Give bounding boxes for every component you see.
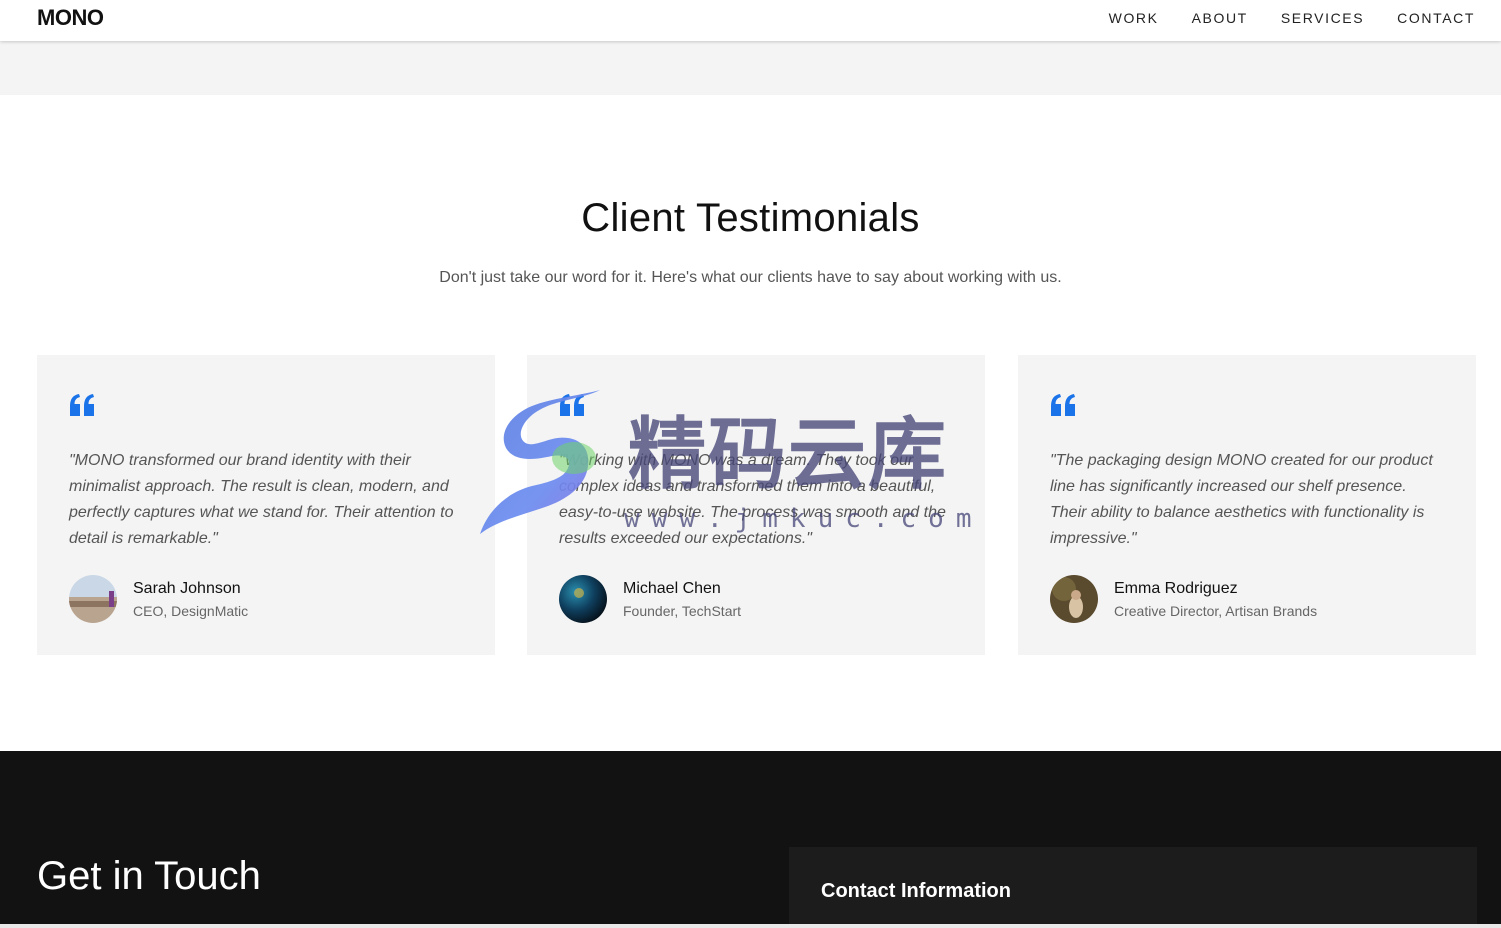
bottom-divider xyxy=(0,924,1501,928)
quote-icon xyxy=(70,394,94,416)
client-role: Founder, TechStart xyxy=(623,603,742,619)
top-navbar: MONO WORK ABOUT SERVICES CONTACT xyxy=(0,0,1501,41)
nav-contact-link[interactable]: CONTACT xyxy=(1397,10,1475,26)
testimonial-quote: "Working with MONO was a dream. They too… xyxy=(559,452,946,547)
nav-about-link[interactable]: ABOUT xyxy=(1192,10,1248,26)
client-role: CEO, DesignMatic xyxy=(133,603,249,619)
avatar xyxy=(559,575,607,623)
testimonials-subtitle: Don't just take our word for it. Here's … xyxy=(439,269,1062,286)
avatar xyxy=(69,575,117,623)
contact-info-panel: Contact Information xyxy=(789,847,1477,928)
testimonial-quote: "MONO transformed our brand identity wit… xyxy=(69,452,454,547)
contact-info-title: Contact Information xyxy=(821,880,1011,902)
testimonial-card: "MONO transformed our brand identity wit… xyxy=(37,355,495,655)
testimonial-card: "The packaging design MONO created for o… xyxy=(1018,355,1476,655)
testimonial-card: "Working with MONO was a dream. They too… xyxy=(527,355,985,655)
avatar xyxy=(1050,575,1098,623)
testimonial-quote: "The packaging design MONO created for o… xyxy=(1050,452,1433,547)
quote-icon xyxy=(560,394,584,416)
main-nav: WORK ABOUT SERVICES CONTACT xyxy=(1109,10,1475,26)
client-name: Emma Rodriguez xyxy=(1114,580,1238,597)
client-role: Creative Director, Artisan Brands xyxy=(1114,603,1318,619)
contact-title: Get in Touch xyxy=(37,854,261,898)
contact-section: Get in Touch Contact Information xyxy=(0,751,1501,928)
previous-section-band xyxy=(0,41,1501,95)
client-name: Michael Chen xyxy=(623,580,721,597)
testimonials-title: Client Testimonials xyxy=(581,196,920,240)
client-name: Sarah Johnson xyxy=(133,580,241,597)
nav-work-link[interactable]: WORK xyxy=(1109,10,1159,26)
logo[interactable]: MONO xyxy=(37,5,104,31)
quote-icon xyxy=(1051,394,1075,416)
nav-services-link[interactable]: SERVICES xyxy=(1281,10,1364,26)
